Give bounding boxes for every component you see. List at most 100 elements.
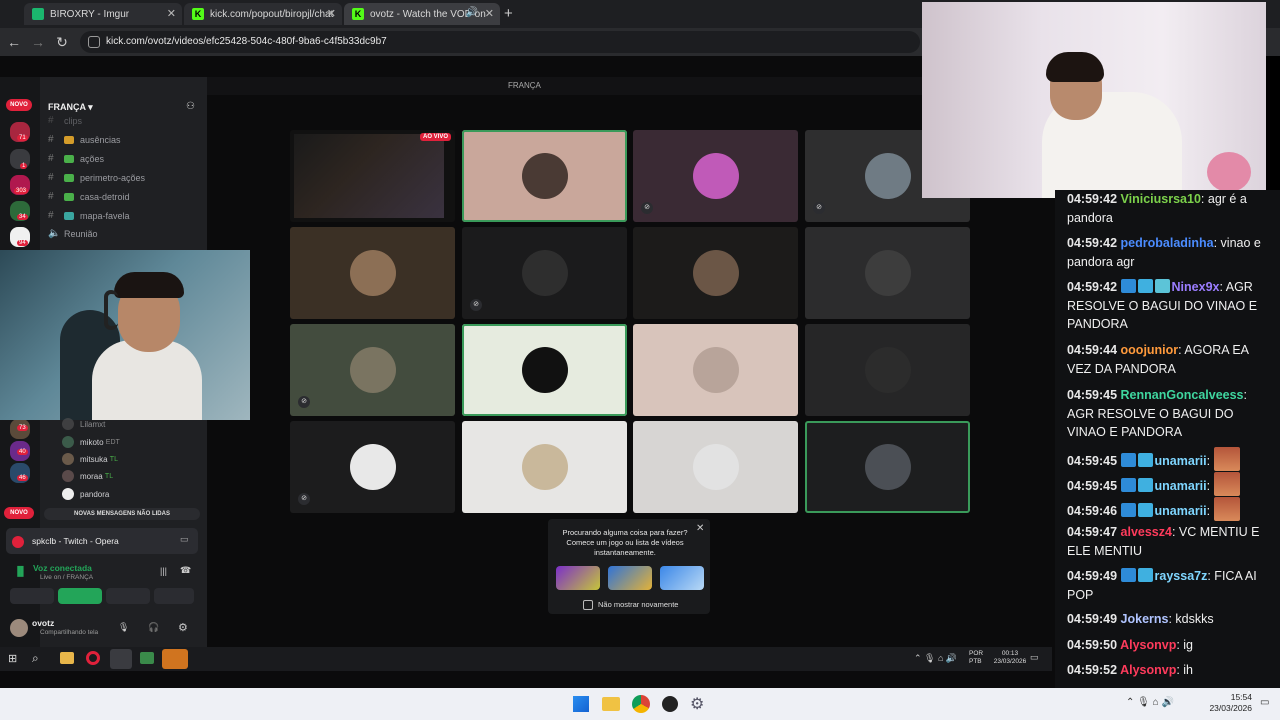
url-field[interactable]: kick.com/ovotz/videos/efc25428-504c-480f… [80, 31, 920, 53]
steam-icon[interactable] [162, 649, 188, 669]
soundboard-button[interactable] [154, 588, 194, 604]
obs-icon[interactable] [662, 696, 678, 712]
participant-tile[interactable] [462, 421, 627, 513]
windows-start-icon[interactable]: ⊞ [8, 652, 17, 665]
channel-clips[interactable]: # clips [48, 115, 82, 126]
close-icon[interactable]: ✕ [696, 523, 704, 534]
app-icon[interactable] [140, 652, 154, 664]
chat-username[interactable]: unamarii [1155, 479, 1207, 493]
opera-icon[interactable] [86, 651, 100, 665]
voice-member[interactable]: pandora [62, 488, 109, 500]
activity-card[interactable]: spkclb - Twitch - Opera ▭ [6, 528, 198, 554]
participant-tile[interactable]: ⊘ [462, 227, 627, 319]
avatar [62, 488, 74, 500]
chrome-icon[interactable] [632, 695, 650, 713]
participant-tile[interactable]: ⊘ [633, 130, 798, 222]
channel-label: casa-detroid [80, 191, 130, 202]
gear-icon[interactable]: ⚙ [178, 621, 188, 634]
speaker-icon[interactable]: 🔊 [466, 7, 478, 18]
new-tab-button[interactable]: + [504, 5, 513, 22]
gear-icon[interactable]: ⚙ [690, 694, 704, 714]
tab-kick-vod[interactable]: K ovotz - Watch the VOD on 🔊 ✕ [344, 3, 500, 25]
tab-kick-chat[interactable]: K kick.com/popout/biropjl/chat ✕ [184, 3, 342, 25]
activity-game-card[interactable] [608, 566, 652, 590]
microphone-icon[interactable]: 🎙 [118, 622, 129, 633]
chat-username[interactable]: Jokerns [1121, 612, 1169, 626]
channel-acoes[interactable]: # ações [48, 153, 104, 164]
close-icon[interactable]: ✕ [327, 7, 336, 20]
channel-perimetro-acoes[interactable]: # perimetro-ações [48, 172, 145, 183]
channel-label: ausências [80, 134, 121, 145]
unread-banner[interactable]: NOVAS MENSAGENS NÃO LIDAS [44, 508, 200, 520]
tray-icons[interactable]: ⌃ 🎙 ⌂ 🔊 [1126, 697, 1174, 708]
notification-icon[interactable]: ▭ [1030, 652, 1039, 663]
activities-button[interactable] [106, 588, 150, 604]
activity-game-card[interactable] [660, 566, 704, 590]
tab-imgur[interactable]: BIROXRY - Imgur ✕ [24, 3, 182, 25]
chat-username[interactable]: rayssa7z [1155, 569, 1208, 583]
chat-username[interactable]: ooojunior [1121, 343, 1179, 357]
participant-tile[interactable] [290, 227, 455, 319]
disconnect-icon[interactable]: ☎ [180, 565, 191, 576]
voice-member[interactable]: mitsuka TL [62, 453, 118, 465]
chat-username[interactable]: unamarii [1155, 504, 1207, 518]
screen-share-tile[interactable]: AO VIVO [290, 130, 455, 222]
reload-icon[interactable]: ↻ [54, 34, 70, 51]
participant-tile[interactable] [462, 324, 627, 416]
chat-username[interactable]: alvessz4 [1121, 525, 1172, 539]
close-icon[interactable]: ✕ [485, 7, 494, 20]
chat-username[interactable]: unamarii [1155, 454, 1207, 468]
back-icon[interactable]: ← [6, 34, 22, 50]
forward-icon[interactable]: → [30, 34, 46, 50]
site-info-icon[interactable] [88, 36, 100, 48]
waveform-icon[interactable]: ||| [160, 566, 167, 576]
activity-game-card[interactable] [556, 566, 600, 590]
voice-member[interactable]: Lilamxt [62, 418, 105, 430]
chat-username[interactable]: Viniciusrsa10 [1121, 192, 1201, 206]
clock[interactable]: 00:13 23/03/2026 [992, 650, 1028, 666]
search-icon[interactable]: ⌕ [32, 651, 39, 666]
server-count: 1 [20, 163, 28, 169]
lang-indicator[interactable]: POR PTB [969, 650, 983, 666]
chat-username[interactable]: RennanGoncalveess [1121, 388, 1244, 402]
avatar[interactable] [10, 619, 28, 637]
chat-username[interactable]: Alysonvp [1120, 663, 1176, 677]
folder-icon[interactable] [60, 652, 74, 664]
chat-username[interactable]: Ninex9x [1172, 280, 1220, 294]
channel-mapa-favela[interactable]: # mapa-favela [48, 210, 130, 221]
participant-tile[interactable] [805, 421, 970, 513]
close-icon[interactable]: ✕ [167, 7, 176, 20]
channel-casa-detroid[interactable]: # casa-detroid [48, 191, 130, 202]
participant-tile[interactable] [633, 227, 798, 319]
participant-tile[interactable] [805, 324, 970, 416]
discord-icon[interactable] [110, 649, 132, 669]
checkbox[interactable] [583, 600, 593, 610]
chat-username[interactable]: Alysonvp [1120, 638, 1176, 652]
notification-icon[interactable]: ▭ [1260, 697, 1269, 708]
windows-start-icon[interactable] [573, 696, 589, 712]
channel-ausencias[interactable]: # ausências [48, 134, 121, 145]
voice-member[interactable]: moraa TL [62, 470, 113, 482]
participant-tile[interactable] [462, 130, 627, 222]
server-count: 94 [17, 240, 28, 246]
chat-username[interactable]: pedrobaladinha [1121, 236, 1214, 250]
message-time: 04:59:52 [1067, 663, 1118, 677]
add-member-icon[interactable]: ⚇ [186, 101, 195, 112]
screen-icon[interactable]: ▭ [180, 534, 189, 545]
tray-icons[interactable]: ⌃ 🎙 ⌂ 🔊 [914, 653, 957, 664]
server-name[interactable]: FRANÇA ▾ [48, 102, 93, 113]
participant-tile[interactable] [805, 227, 970, 319]
camera-off-button[interactable] [10, 588, 54, 604]
headphones-icon[interactable]: 🎧 [148, 622, 159, 633]
clock[interactable]: 15:54 23/03/2026 [1206, 692, 1252, 714]
participant-tile[interactable]: ⊘ [290, 421, 455, 513]
member-name: mitsuka [80, 454, 108, 464]
folder-icon[interactable] [602, 697, 620, 711]
server-count: 34 [17, 214, 28, 220]
participant-tile[interactable] [633, 324, 798, 416]
participant-tile[interactable]: ⊘ [290, 324, 455, 416]
voice-member[interactable]: mikoto EDT [62, 436, 120, 448]
participant-tile[interactable] [633, 421, 798, 513]
screen-share-button[interactable] [58, 588, 102, 604]
channel-reuniao[interactable]: 🔈 Reunião [48, 228, 98, 239]
